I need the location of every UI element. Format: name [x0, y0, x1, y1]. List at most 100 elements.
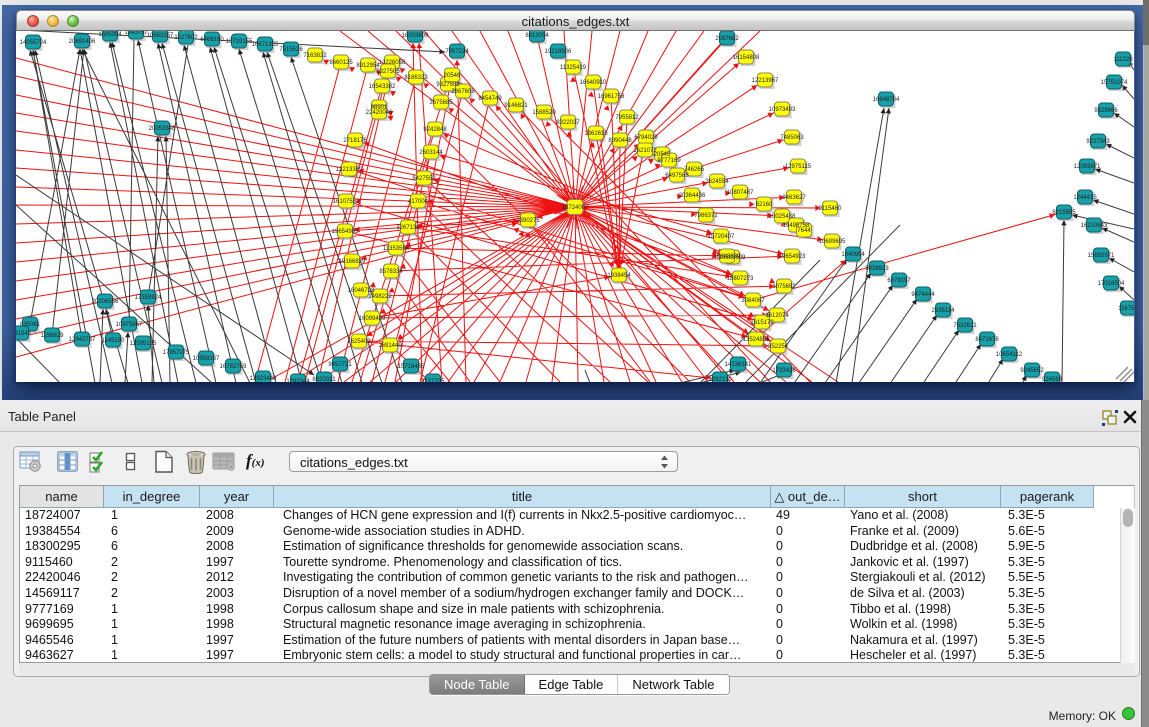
svg-text:16671355: 16671355: [252, 42, 279, 48]
svg-text:9227343: 9227343: [1086, 139, 1110, 145]
svg-text:2867608: 2867608: [451, 89, 475, 95]
svg-text:9327505: 9327505: [376, 69, 400, 75]
svg-text:20053346: 20053346: [149, 126, 176, 132]
svg-text:9245652: 9245652: [1020, 368, 1044, 374]
svg-text:8578334: 8578334: [379, 269, 403, 275]
svg-text:10807487: 10807487: [727, 190, 754, 196]
svg-text:10958167: 10958167: [193, 356, 220, 362]
svg-text:1292344: 1292344: [286, 379, 310, 382]
svg-text:16154808: 16154808: [733, 55, 760, 61]
svg-text:9329966: 9329966: [1094, 108, 1118, 114]
svg-text:16782759: 16782759: [220, 364, 247, 370]
svg-text:10025438: 10025438: [769, 214, 796, 220]
svg-text:7515526: 7515526: [279, 47, 303, 53]
svg-text:3084067: 3084067: [741, 298, 765, 304]
svg-text:3267130: 3267130: [396, 225, 420, 231]
svg-text:2603144: 2603144: [419, 150, 443, 156]
svg-text:15716485: 15716485: [398, 364, 425, 370]
svg-text:1938454: 1938454: [607, 273, 631, 279]
svg-text:6497568: 6497568: [665, 173, 689, 179]
svg-text:10688639: 10688639: [714, 254, 741, 260]
svg-text:1605394: 1605394: [98, 32, 122, 38]
svg-text:9457721: 9457721: [328, 362, 352, 368]
svg-text:2935114: 2935114: [932, 308, 956, 314]
svg-text:7986372: 7986372: [694, 213, 718, 219]
svg-text:1733426: 1733426: [772, 368, 796, 374]
svg-text:12093871: 12093871: [1074, 164, 1101, 170]
svg-text:746266: 746266: [684, 167, 705, 173]
svg-text:10699695: 10699695: [819, 239, 846, 245]
svg-text:9242848: 9242848: [423, 127, 447, 133]
svg-text:1498222: 1498222: [368, 294, 392, 300]
svg-text:20206556: 20206556: [92, 299, 119, 305]
svg-text:2718176: 2718176: [343, 138, 367, 144]
svg-text:417004: 417004: [408, 199, 429, 205]
svg-text:5938923: 5938923: [865, 266, 889, 272]
svg-text:11353594: 11353594: [383, 246, 410, 252]
svg-text:1156829: 1156829: [41, 333, 65, 339]
svg-text:1588520: 1588520: [532, 110, 556, 116]
svg-text:16210643: 16210643: [1081, 223, 1108, 229]
svg-text:10973493: 10973493: [769, 107, 796, 113]
svg-text:1640954: 1640954: [841, 252, 865, 258]
svg-text:17016504: 17016504: [1098, 281, 1125, 287]
svg-text:6466160: 6466160: [200, 37, 224, 43]
svg-text:1615172: 1615172: [750, 320, 774, 326]
svg-text:1171705: 1171705: [422, 379, 446, 382]
svg-text:1075692: 1075692: [772, 284, 796, 290]
svg-text:18807273: 18807273: [727, 276, 754, 282]
svg-text:18724007: 18724007: [562, 205, 589, 211]
svg-text:8454749: 8454749: [478, 96, 502, 102]
svg-text:19654923: 19654923: [779, 254, 806, 260]
svg-text:14136141: 14136141: [725, 362, 752, 368]
svg-text:16107552: 16107552: [333, 199, 360, 205]
svg-text:8322037: 8322037: [556, 120, 580, 126]
svg-text:8660125: 8660125: [329, 60, 353, 66]
svg-text:924563: 924563: [1042, 377, 1063, 382]
svg-text:12942737: 12942737: [69, 337, 96, 343]
svg-text:19218506: 19218506: [545, 49, 572, 55]
svg-text:8186323: 8186323: [404, 75, 428, 81]
svg-text:111226: 111226: [1113, 57, 1133, 63]
svg-text:15720407: 15720407: [708, 234, 735, 240]
svg-text:3675685: 3675685: [429, 100, 453, 106]
svg-text:20546: 20546: [444, 73, 461, 79]
svg-text:12213967: 12213967: [752, 78, 779, 84]
svg-text:9777169: 9777169: [657, 158, 681, 164]
svg-text:62160: 62160: [756, 202, 773, 208]
svg-text:16543382: 16543382: [369, 84, 396, 90]
svg-text:835061: 835061: [20, 322, 41, 328]
svg-text:2390275: 2390275: [516, 218, 540, 224]
svg-text:10975867: 10975867: [116, 322, 143, 328]
svg-text:8215955: 8215955: [1052, 210, 1076, 216]
svg-text:10653257: 10653257: [147, 33, 174, 39]
svg-text:16099489: 16099489: [359, 316, 386, 322]
svg-text:17957275: 17957275: [163, 350, 190, 356]
svg-text:116753: 116753: [1118, 306, 1134, 312]
svg-text:20364436: 20364436: [679, 193, 706, 199]
svg-text:19654985: 19654985: [332, 229, 359, 235]
svg-text:1244415: 1244415: [1073, 195, 1097, 201]
svg-text:9146821: 9146821: [504, 103, 528, 109]
svg-text:7625402: 7625402: [347, 339, 371, 345]
svg-text:16033809: 16033809: [402, 33, 429, 39]
svg-text:11325419: 11325419: [560, 65, 587, 71]
svg-text:16648784: 16648784: [873, 97, 900, 103]
svg-text:8471676: 8471676: [975, 337, 999, 343]
svg-text:8427552: 8427552: [412, 176, 436, 182]
svg-text:7632621: 7632621: [953, 323, 977, 329]
svg-text:7644: 7644: [797, 228, 811, 234]
svg-text:15751074: 15751074: [1101, 80, 1128, 86]
svg-text:13226058: 13226058: [379, 60, 406, 66]
svg-text:9474444: 9474444: [911, 292, 935, 298]
svg-text:8920021: 8920021: [312, 377, 336, 382]
svg-text:16640910: 16640910: [580, 80, 607, 86]
svg-text:9115460: 9115460: [819, 206, 843, 212]
svg-text:7163822: 7163822: [303, 53, 327, 59]
svg-text:7957224: 7957224: [445, 49, 469, 55]
svg-text:7955812: 7955812: [615, 115, 639, 121]
svg-text:252254: 252254: [768, 344, 789, 350]
svg-text:9327508: 9327508: [436, 82, 460, 88]
svg-text:1362615: 1362615: [584, 131, 608, 137]
svg-text:6879197: 6879197: [887, 278, 911, 284]
